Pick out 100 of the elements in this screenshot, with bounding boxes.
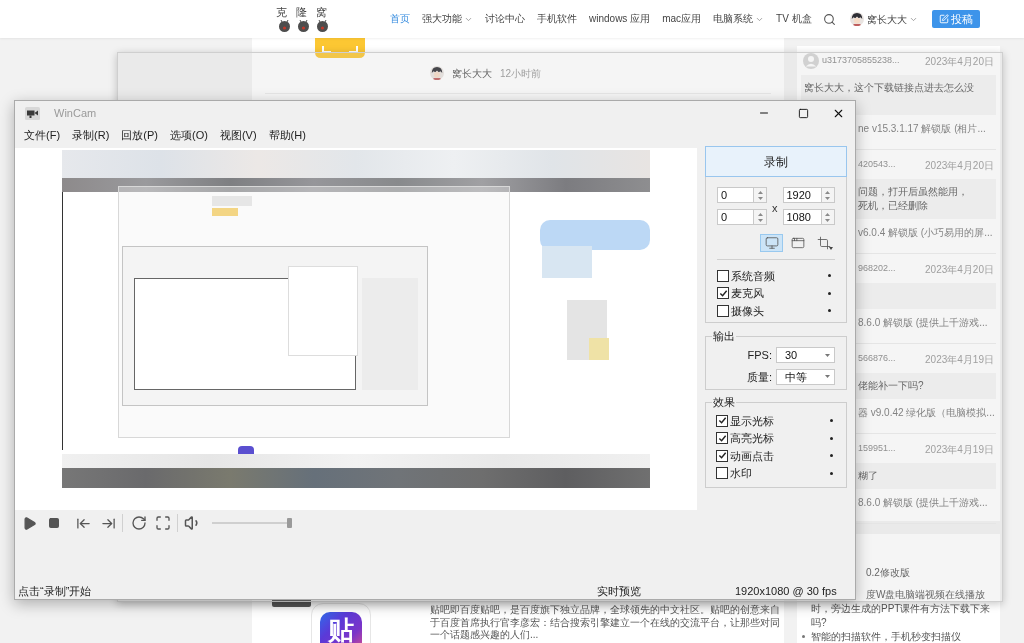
spin-down-icon[interactable] [757, 218, 763, 222]
comment-date: 2023年4月20日 [925, 54, 994, 69]
cartoon-avatar-icon [850, 12, 864, 26]
nav-link[interactable]: 讨论中心 [485, 12, 525, 26]
nav-link[interactable]: windows 应用 [589, 12, 651, 26]
menu-item[interactable]: 帮助(H) [268, 126, 306, 144]
checkbox-label[interactable]: 摄像头 [731, 302, 764, 319]
checkbox-label[interactable]: 水印 [730, 465, 752, 482]
checkbox[interactable] [716, 449, 728, 462]
spin-up-icon[interactable] [825, 212, 830, 216]
dot-icon [828, 291, 831, 295]
field-label: 质量: [746, 369, 772, 385]
status-mode: 实时预览 [597, 584, 641, 599]
checkbox[interactable] [717, 287, 729, 300]
list-text[interactable]: 0.2修改版 [866, 566, 910, 579]
spin-up-icon[interactable] [825, 190, 830, 194]
comment-text: 窝长大大，这个下载链接点进去怎么没 [804, 81, 974, 95]
window-icon [790, 236, 805, 250]
dot-icon [830, 471, 833, 475]
group-title: 输出 [712, 330, 736, 343]
monitor-icon [764, 236, 779, 250]
menu-item[interactable]: 视图(V) [219, 126, 257, 144]
dot-icon [830, 436, 833, 440]
edit-icon [939, 14, 949, 24]
maximize-icon [797, 107, 809, 119]
nav-link[interactable]: mac应用 [662, 12, 702, 26]
status-hint: 点击“录制”开始 [18, 584, 92, 599]
crop-icon [816, 236, 831, 250]
comment-date: 2023年4月19日 [925, 442, 994, 457]
number-field[interactable]: 0 [717, 209, 754, 225]
menu-item[interactable]: 回放(P) [121, 126, 158, 144]
list-text[interactable]: 时，旁边生成的PPT课件有方法下载下来 [811, 602, 998, 615]
comment-text: 问题，打开后虽然能用， [858, 185, 968, 199]
checkbox-label[interactable]: 系统音频 [731, 267, 775, 284]
user-avatar-icon [803, 53, 819, 69]
volume-slider[interactable] [212, 518, 292, 528]
checkbox[interactable] [716, 414, 728, 427]
comment-date: 2023年4月20日 [925, 158, 994, 173]
list-text[interactable]: 智能的扫描软件，手机秒变扫描仪 [811, 630, 961, 643]
nav-link[interactable]: TV 机盒 [776, 12, 812, 26]
spinner[interactable] [754, 187, 767, 203]
stop-icon[interactable] [48, 517, 60, 529]
record-button[interactable]: 录制 [705, 146, 847, 177]
group-title: 效果 [712, 396, 736, 409]
number-field[interactable]: 1080 [782, 209, 822, 225]
cartoon-head-icon [278, 20, 290, 32]
comment-text: 死机，已经删除 [858, 199, 928, 213]
list-text[interactable]: 度W盘电脑端视频在线播放 [866, 588, 986, 601]
post-title-link[interactable]: v6.0.4 解锁版 (小巧易用的屏... [858, 226, 993, 239]
user-menu-link[interactable]: 窝长大大 [867, 11, 918, 27]
checkbox-label[interactable]: 动画点击 [730, 447, 774, 464]
comment-text: 佬能补一下吗? [858, 379, 924, 393]
spinner[interactable] [754, 209, 767, 225]
number-field[interactable]: 0 [717, 187, 754, 203]
dropdown-field[interactable]: 30 [776, 347, 835, 364]
checkbox-label[interactable]: 显示光标 [730, 412, 774, 429]
checkbox[interactable] [717, 304, 729, 317]
comment-date: 2023年4月19日 [925, 352, 994, 367]
menu-item[interactable]: 录制(R) [72, 126, 110, 144]
number-field[interactable]: 1920 [782, 187, 822, 203]
play-icon[interactable] [22, 515, 37, 531]
cartoon-head-icon [316, 20, 328, 32]
menu-item[interactable]: 选项(O) [170, 126, 208, 144]
nav-link[interactable]: 强大功能 [422, 12, 473, 26]
checkbox[interactable] [716, 467, 728, 480]
times-sign: x [772, 200, 778, 216]
refresh-icon[interactable] [131, 515, 147, 531]
dot-icon [830, 454, 833, 458]
author-name[interactable]: 窝长大大 [452, 65, 492, 81]
bullet-icon [802, 635, 805, 638]
spin-up-icon[interactable] [757, 190, 763, 194]
nav-link[interactable]: 电脑系统 [713, 12, 765, 26]
post-title-link[interactable]: ne v15.3.1.17 解锁版 (相片... [858, 122, 986, 135]
checkbox[interactable] [717, 269, 729, 282]
slider-thumb[interactable] [287, 518, 292, 528]
caret-down-icon [829, 247, 833, 250]
screen-mode-button[interactable] [760, 234, 783, 252]
field-label: FPS: [747, 348, 772, 363]
dropdown-field[interactable]: 中等 [776, 368, 835, 385]
menu-item[interactable]: 文件(F) [24, 126, 61, 144]
search-icon[interactable] [823, 12, 836, 26]
checkbox-label[interactable]: 高亮光标 [730, 430, 774, 447]
post-title-link[interactable]: 器 v9.0.42 绿化版（电脑模拟... [858, 406, 995, 419]
dot-icon [828, 309, 831, 313]
fullscreen-icon[interactable] [155, 515, 171, 531]
window-title: WinCam [54, 105, 97, 121]
post-title-link[interactable]: 8.6.0 解锁版 (提供上千游戏... [858, 496, 988, 509]
post-title-link[interactable]: 8.6.0 解锁版 (提供上千游戏... [858, 316, 988, 329]
site-logo-text: 克 隆 窝 [275, 6, 331, 19]
spin-up-icon[interactable] [757, 212, 763, 216]
nav-link[interactable]: 手机软件 [537, 12, 577, 26]
comment-date: 2023年4月20日 [925, 262, 994, 277]
spin-down-icon[interactable] [757, 196, 763, 200]
cartoon-head-icon [297, 20, 309, 32]
checkbox[interactable] [716, 432, 728, 445]
spin-down-icon[interactable] [825, 196, 830, 200]
caret-down-icon [825, 375, 830, 379]
checkbox-label[interactable]: 麦克风 [731, 285, 764, 302]
nav-link[interactable]: 首页 [390, 12, 410, 26]
list-text[interactable]: 吗? [811, 616, 998, 629]
